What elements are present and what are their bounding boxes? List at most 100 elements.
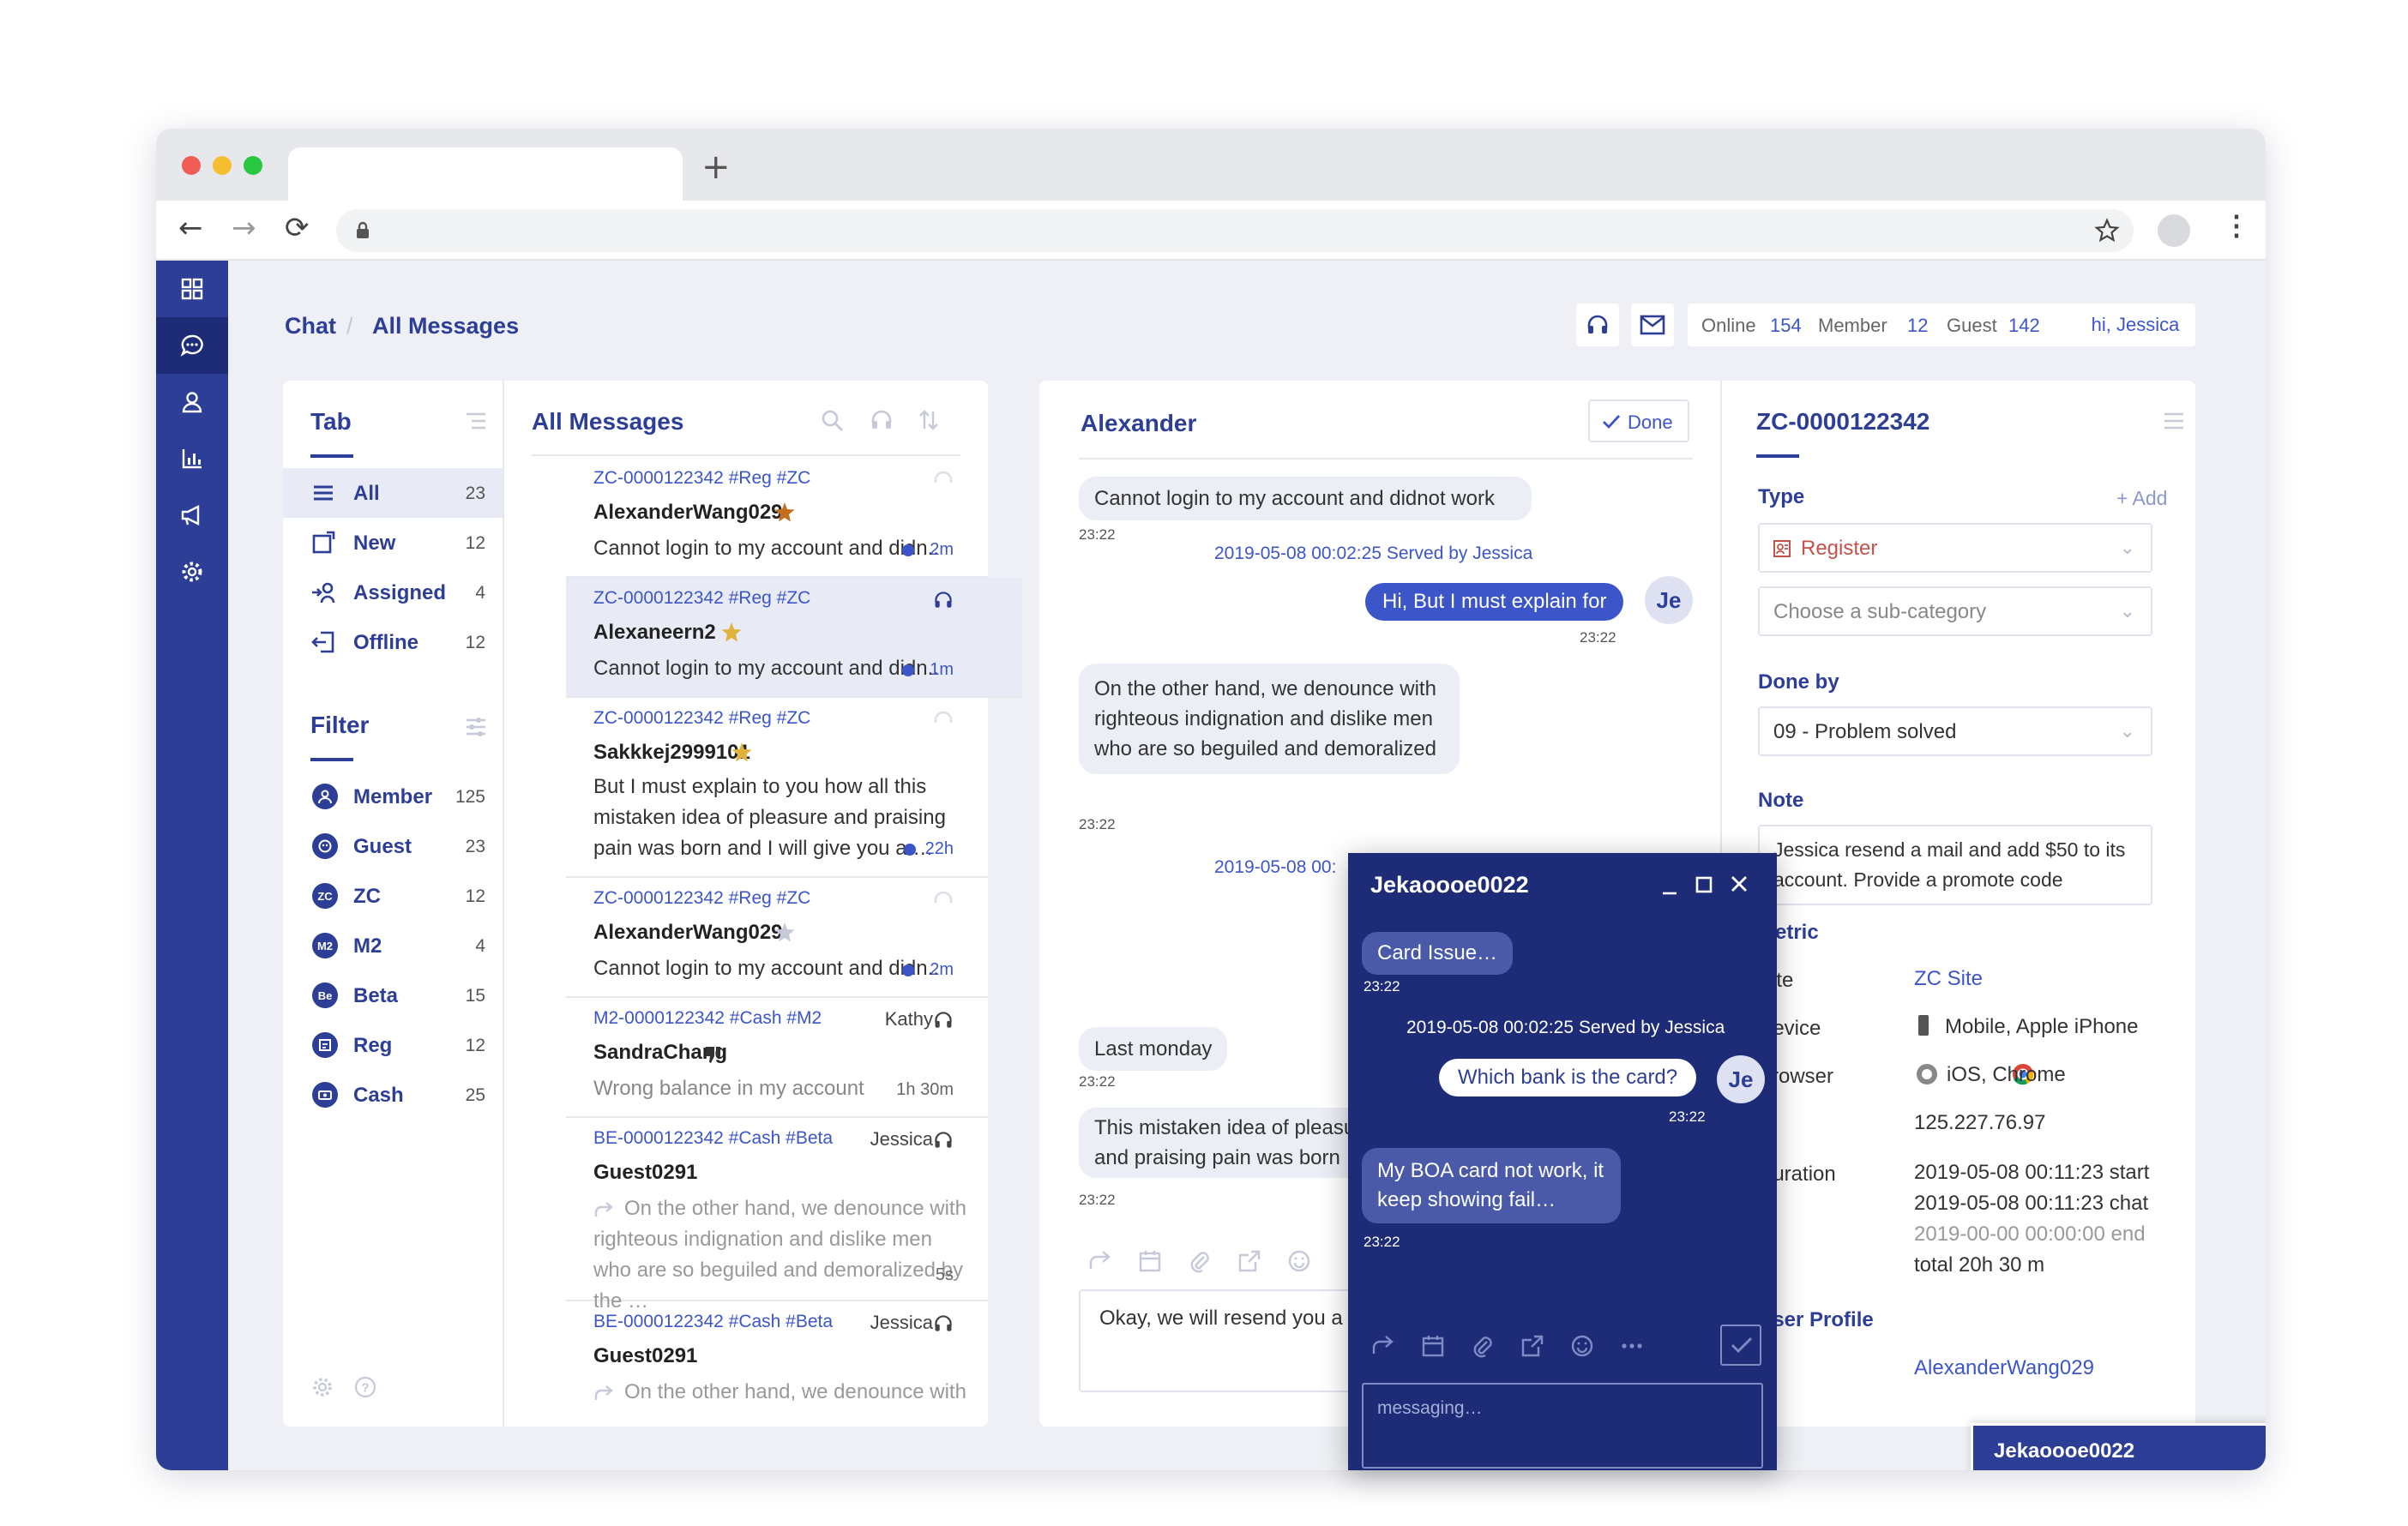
minimized-chat-tab[interactable]: Jekaoooe0022	[1971, 1423, 2266, 1470]
chat-bubble-incoming: Last monday	[1079, 1027, 1228, 1071]
tab-offline-count: 12	[465, 633, 485, 652]
popup-bubble-incoming: My BOA card not work, it keep showing fa…	[1362, 1148, 1621, 1223]
note-text: Jessica resend a mail and add $50 to its…	[1773, 838, 2126, 891]
done-button[interactable]: Done	[1588, 400, 1689, 442]
ticket-menu-icon[interactable]	[2163, 412, 2185, 430]
type-select[interactable]: Register ⌄	[1758, 523, 2152, 573]
menu-icon	[314, 485, 333, 501]
calendar-icon[interactable]	[1137, 1248, 1163, 1274]
metric-value-site[interactable]: ZC Site	[1914, 964, 1983, 994]
settings-small-icon[interactable]	[310, 1375, 334, 1399]
star-bookmark-icon[interactable]	[2094, 218, 2120, 243]
member-count: 12	[1907, 315, 1929, 336]
breadcrumb-root[interactable]: Chat	[285, 313, 336, 339]
filter-m2[interactable]: M2 M2 4	[283, 921, 503, 970]
chat-bubble-outgoing: Hi, But I must explain for	[1365, 583, 1624, 621]
headset-status-icon	[934, 711, 953, 723]
emoji-icon[interactable]	[1286, 1248, 1312, 1274]
list-item-selected[interactable]: ZC-0000122342 #Reg #ZC Alexaneern2 Canno…	[566, 578, 1022, 698]
served-by-notice: 2019-05-08 00:02:25 Served by Jessica	[1214, 544, 1533, 563]
tab-assigned[interactable]: Assigned 4	[283, 568, 503, 617]
subcategory-select[interactable]: Choose a sub-category ⌄	[1758, 586, 2152, 636]
sort-icon[interactable]	[918, 408, 940, 432]
unread-dot	[902, 544, 914, 556]
maximize-icon[interactable]	[1695, 875, 1713, 894]
calendar-icon[interactable]	[1420, 1333, 1446, 1359]
browser-tab[interactable]	[288, 147, 683, 201]
list-icon[interactable]	[465, 412, 487, 430]
settings-gear-icon[interactable]	[156, 544, 228, 600]
contact-name: AlexanderWang029	[593, 501, 783, 524]
megaphone-icon[interactable]	[156, 487, 228, 544]
list-item[interactable]: ZC-0000122342 #Reg #ZC AlexanderWang029 …	[566, 878, 988, 998]
user-icon[interactable]	[156, 374, 228, 430]
reload-icon[interactable]: ⟳	[285, 211, 310, 245]
user-profile-link[interactable]: AlexanderWang029	[1914, 1353, 2094, 1384]
filter-cash-count: 25	[465, 1085, 485, 1105]
forward-icon[interactable]: →	[232, 211, 256, 245]
profile-avatar[interactable]	[2158, 214, 2190, 247]
attachment-icon[interactable]	[1187, 1248, 1213, 1274]
tab-offline[interactable]: Offline 12	[283, 617, 503, 667]
tab-new[interactable]: New 12	[283, 518, 503, 568]
headset-button[interactable]	[1576, 303, 1619, 346]
filter-beta[interactable]: Be Beta 15	[283, 970, 503, 1020]
close-window-dot[interactable]	[182, 156, 201, 175]
new-tab-button[interactable]: +	[701, 147, 731, 187]
list-item[interactable]: BE-0000122342 #Cash #Beta Jessica Guest0…	[566, 1118, 988, 1313]
headset-filter-icon[interactable]	[870, 408, 894, 432]
new-window-icon	[312, 531, 335, 554]
maximize-window-dot[interactable]	[244, 156, 262, 175]
external-link-icon[interactable]	[1237, 1248, 1262, 1274]
send-checkbox-button[interactable]	[1720, 1325, 1761, 1366]
external-link-icon[interactable]	[1520, 1333, 1545, 1359]
close-icon[interactable]	[1729, 874, 1749, 894]
chat-bubble-incoming: This mistaken idea of pleasu and praisin…	[1079, 1108, 1381, 1178]
emoji-icon[interactable]	[1569, 1333, 1595, 1359]
list-item[interactable]: ZC-0000122342 #Reg #ZC Sakkkej2999101 Bu…	[566, 698, 988, 878]
add-type-button[interactable]: + Add	[2116, 487, 2167, 510]
address-bar[interactable]	[336, 209, 2134, 252]
more-options-icon[interactable]	[1619, 1333, 1645, 1359]
ios-icon	[1917, 1064, 1937, 1084]
attachment-icon[interactable]	[1470, 1333, 1496, 1359]
minimize-window-dot[interactable]	[213, 156, 232, 175]
back-icon[interactable]: ←	[178, 211, 203, 245]
headset-status-icon	[935, 1132, 952, 1148]
browser-menu-icon[interactable]: ⋮	[2223, 209, 2250, 242]
subcategory-placeholder: Choose a sub-category	[1773, 600, 1987, 623]
search-icon[interactable]	[820, 408, 844, 432]
minimize-icon[interactable]	[1660, 879, 1679, 898]
headset-status-icon	[934, 891, 953, 903]
filter-member[interactable]: Member 125	[283, 772, 503, 821]
lock-icon	[357, 221, 369, 238]
bar-chart-icon[interactable]	[156, 430, 228, 487]
mail-button[interactable]	[1631, 303, 1674, 346]
conversation-title: Alexander	[1081, 410, 1197, 436]
dashboard-icon[interactable]	[156, 261, 228, 317]
greeting[interactable]: hi, Jessica	[2075, 303, 2195, 346]
popup-message-input[interactable]: messaging…	[1362, 1383, 1763, 1469]
filter-guest[interactable]: Guest 23	[283, 821, 503, 871]
help-icon[interactable]: ?	[353, 1375, 377, 1399]
filter-zc[interactable]: ZC ZC 12	[283, 871, 503, 921]
forward-message-icon[interactable]	[1087, 1248, 1113, 1274]
done-by-select[interactable]: 09 - Problem solved ⌄	[1758, 706, 2152, 756]
sliders-icon[interactable]	[465, 717, 487, 737]
forward-message-icon[interactable]	[1370, 1333, 1396, 1359]
tab-all[interactable]: All 23	[283, 468, 503, 518]
popup-chat-window: Jekaoooe0022 Card Issue… 23:22 2019-05-0…	[1348, 853, 1777, 1470]
agent-name: Jessica	[870, 1128, 933, 1150]
filter-cash[interactable]: Cash 25	[283, 1070, 503, 1120]
list-item[interactable]: BE-0000122342 #Cash #Beta Jessica Guest0…	[566, 1301, 988, 1427]
chat-icon[interactable]	[156, 317, 228, 374]
note-textarea[interactable]: Jessica resend a mail and add $50 to its…	[1758, 825, 2152, 905]
list-item[interactable]: ZC-0000122342 #Reg #ZC AlexanderWang029 …	[566, 458, 988, 578]
note-label: Note	[1758, 789, 1804, 812]
check-icon	[1731, 1337, 1752, 1353]
headset-status-icon	[935, 1012, 952, 1028]
filter-reg[interactable]: Reg 12	[283, 1020, 503, 1070]
served-by-notice: 2019-05-08 00:	[1214, 857, 1337, 877]
messages-heading: All Messages	[532, 408, 684, 435]
list-item[interactable]: M2-0000122342 #Cash #M2 Kathy SandraChan…	[566, 998, 988, 1118]
